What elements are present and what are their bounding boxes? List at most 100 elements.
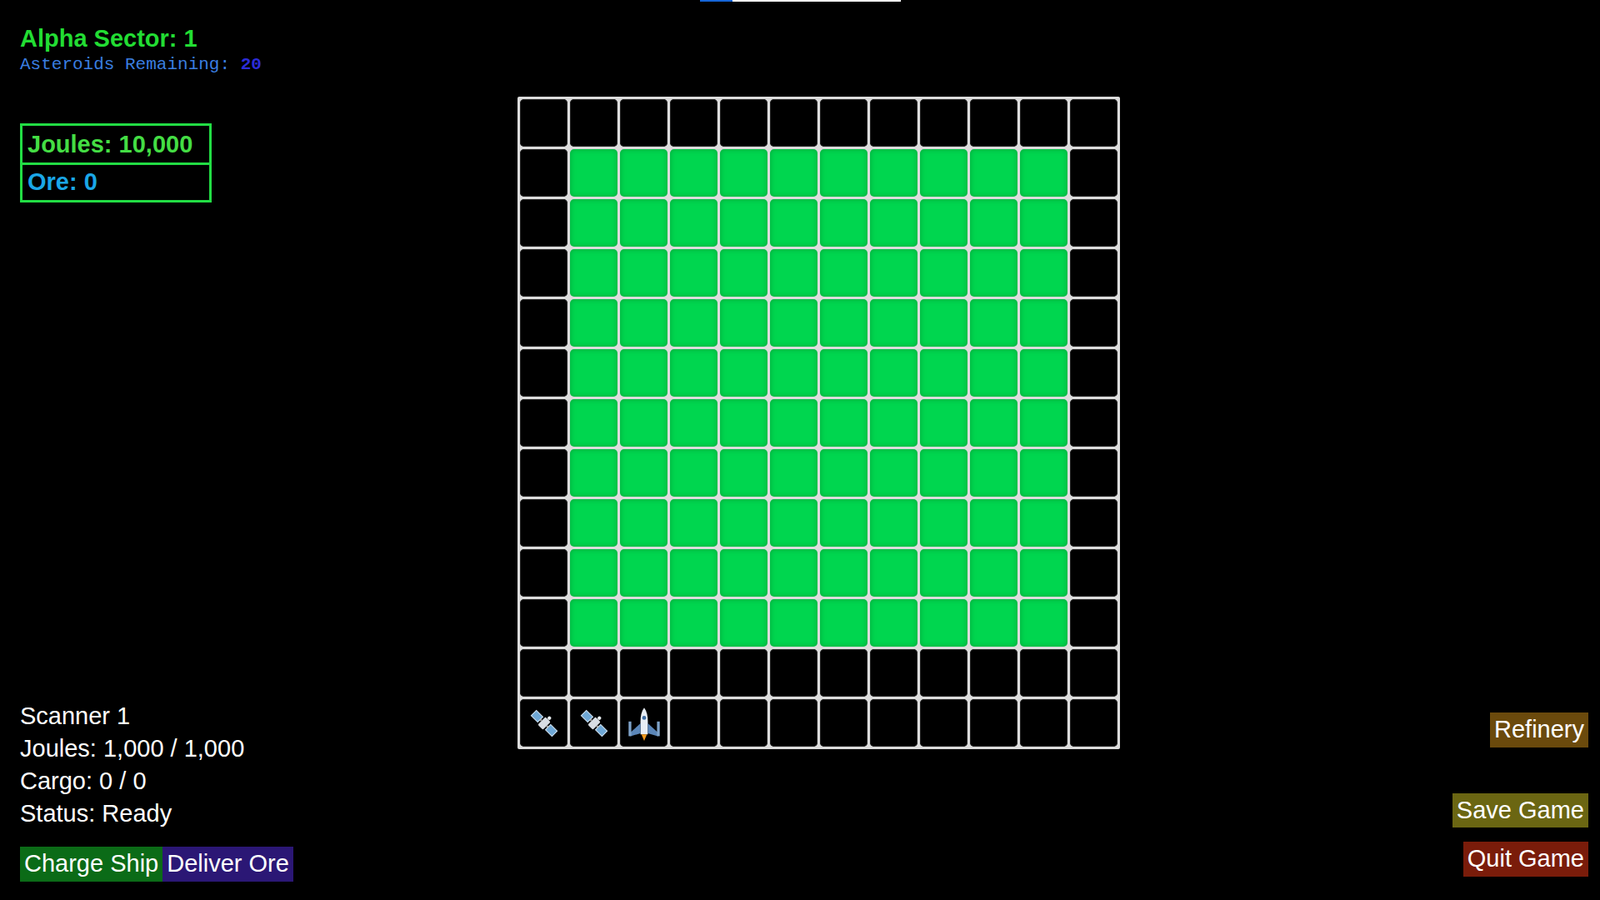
board-tile[interactable] xyxy=(1070,649,1118,697)
board-tile[interactable] xyxy=(920,699,968,747)
ship-icon[interactable] xyxy=(625,705,663,742)
board-tile[interactable] xyxy=(870,699,918,747)
board-tile[interactable] xyxy=(770,449,818,497)
board-tile[interactable] xyxy=(720,449,768,497)
board-tile[interactable] xyxy=(620,349,668,397)
board-tile[interactable] xyxy=(670,199,718,247)
board-tile[interactable] xyxy=(570,299,618,347)
board-tile[interactable] xyxy=(1020,149,1068,197)
menu-button[interactable]: Save Game xyxy=(1452,793,1589,829)
board-tile[interactable] xyxy=(620,299,668,347)
board-tile[interactable] xyxy=(720,249,768,297)
board-tile[interactable] xyxy=(670,399,718,447)
board-tile[interactable] xyxy=(870,399,918,447)
board-tile[interactable] xyxy=(570,499,618,547)
board-tile[interactable] xyxy=(920,99,968,147)
board-tile[interactable] xyxy=(970,549,1018,597)
board-tile[interactable] xyxy=(970,649,1018,697)
board-tile[interactable] xyxy=(770,549,818,597)
board-tile[interactable] xyxy=(920,649,968,697)
board-tile[interactable] xyxy=(820,199,868,247)
board-tile[interactable] xyxy=(1070,199,1118,247)
board-tile[interactable] xyxy=(870,599,918,647)
board-tile[interactable] xyxy=(820,349,868,397)
board-tile[interactable] xyxy=(670,549,718,597)
board-tile[interactable] xyxy=(970,499,1018,547)
board-tile[interactable] xyxy=(1070,349,1118,397)
board-tile[interactable] xyxy=(520,199,568,247)
board-tile[interactable] xyxy=(620,399,668,447)
board-tile[interactable] xyxy=(770,149,818,197)
board-tile[interactable] xyxy=(1020,699,1068,747)
board-tile[interactable] xyxy=(520,599,568,647)
board-tile[interactable] xyxy=(520,349,568,397)
board-tile[interactable] xyxy=(920,299,968,347)
board-tile[interactable] xyxy=(770,299,818,347)
board-tile[interactable] xyxy=(770,349,818,397)
board-tile[interactable] xyxy=(870,649,918,697)
board-tile[interactable] xyxy=(1070,399,1118,447)
board-tile[interactable] xyxy=(770,699,818,747)
board-tile[interactable] xyxy=(570,649,618,697)
board-tile[interactable] xyxy=(770,649,818,697)
board-tile[interactable] xyxy=(670,299,718,347)
board-tile[interactable] xyxy=(770,499,818,547)
board-tile[interactable] xyxy=(520,149,568,197)
board-tile[interactable] xyxy=(920,249,968,297)
satellite-icon[interactable] xyxy=(525,705,563,742)
board-tile[interactable] xyxy=(570,599,618,647)
board-tile[interactable] xyxy=(920,549,968,597)
board-tile[interactable] xyxy=(670,449,718,497)
board-tile[interactable] xyxy=(520,299,568,347)
board-tile[interactable] xyxy=(970,149,1018,197)
board-tile[interactable] xyxy=(620,99,668,147)
board-tile[interactable] xyxy=(670,349,718,397)
board-tile[interactable] xyxy=(820,249,868,297)
board-tile[interactable] xyxy=(1020,499,1068,547)
board-tile[interactable] xyxy=(820,549,868,597)
board-tile[interactable] xyxy=(920,349,968,397)
board-tile[interactable] xyxy=(720,99,768,147)
satellite-icon[interactable] xyxy=(575,705,613,742)
board-tile[interactable] xyxy=(570,549,618,597)
board-tile[interactable] xyxy=(520,99,568,147)
board-tile[interactable] xyxy=(1020,249,1068,297)
board-tile[interactable] xyxy=(1070,449,1118,497)
board-tile[interactable] xyxy=(1020,199,1068,247)
board-tile[interactable] xyxy=(720,299,768,347)
board-tile[interactable] xyxy=(770,199,818,247)
board-tile[interactable] xyxy=(920,199,968,247)
board-tile[interactable] xyxy=(870,449,918,497)
board-tile[interactable] xyxy=(1020,99,1068,147)
board-tile[interactable] xyxy=(870,149,918,197)
board-tile[interactable] xyxy=(620,499,668,547)
board-tile[interactable] xyxy=(570,249,618,297)
board-tile[interactable] xyxy=(870,99,918,147)
board-tile[interactable] xyxy=(720,699,768,747)
board-tile[interactable] xyxy=(670,249,718,297)
board-tile[interactable] xyxy=(970,99,1018,147)
board-tile[interactable] xyxy=(1070,599,1118,647)
board-tile[interactable] xyxy=(720,199,768,247)
board-tile[interactable] xyxy=(970,599,1018,647)
board-tile[interactable] xyxy=(570,449,618,497)
board-tile[interactable] xyxy=(720,399,768,447)
board-tile[interactable] xyxy=(520,249,568,297)
board-tile[interactable] xyxy=(1020,299,1068,347)
board-tile[interactable] xyxy=(1070,99,1118,147)
board-tile[interactable] xyxy=(1020,649,1068,697)
board-tile[interactable] xyxy=(820,599,868,647)
board-tile[interactable] xyxy=(820,699,868,747)
board-tile[interactable] xyxy=(670,649,718,697)
board-tile[interactable] xyxy=(1070,499,1118,547)
board-tile[interactable] xyxy=(620,249,668,297)
board-tile[interactable] xyxy=(670,599,718,647)
board-tile[interactable] xyxy=(870,499,918,547)
board-tile[interactable] xyxy=(1020,349,1068,397)
board-tile[interactable] xyxy=(670,699,718,747)
board-tile[interactable] xyxy=(570,699,618,747)
board-tile[interactable] xyxy=(970,349,1018,397)
board-tile[interactable] xyxy=(570,349,618,397)
board-tile[interactable] xyxy=(770,399,818,447)
board-tile[interactable] xyxy=(970,699,1018,747)
